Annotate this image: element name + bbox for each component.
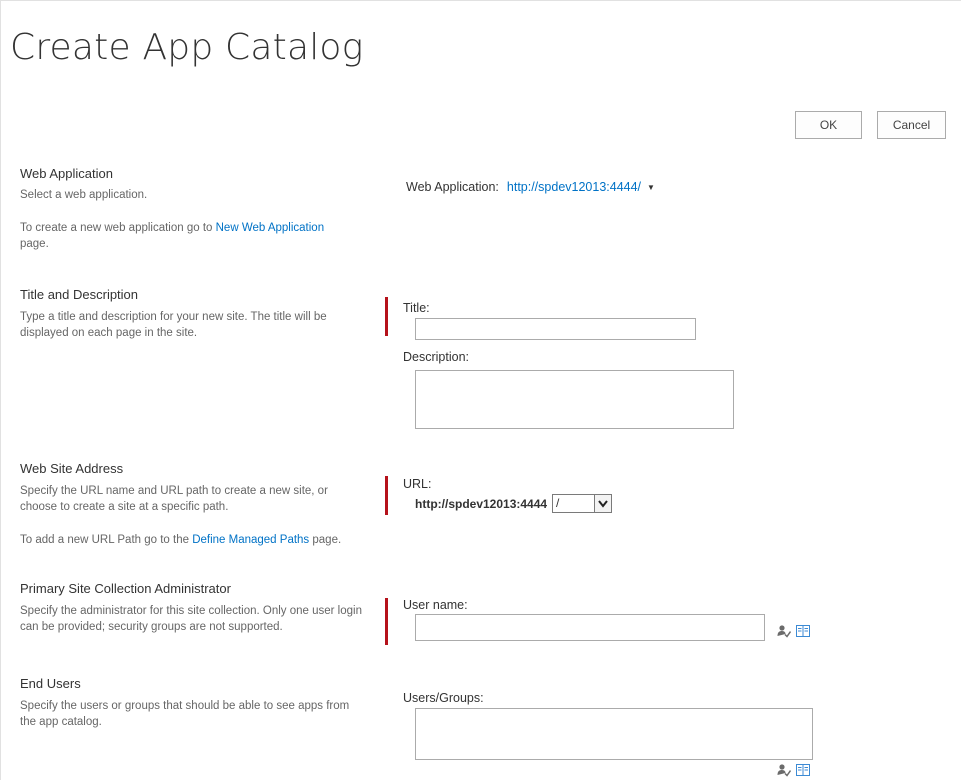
required-indicator-url <box>385 476 388 515</box>
define-managed-paths-link[interactable]: Define Managed Paths <box>192 534 309 546</box>
primary-admin-description: Specify the administrator for this site … <box>20 605 362 633</box>
web-site-address-description: Specify the URL name and URL path to cre… <box>20 485 328 513</box>
caret-down-icon[interactable]: ▼ <box>647 183 655 192</box>
managed-paths-hint-suffix: page. <box>309 534 342 546</box>
web-application-selector[interactable]: Web Application: http://spdev12013:4444/ ▼ <box>406 180 655 194</box>
url-path-selected-value: / <box>556 496 560 510</box>
title-description-heading: Title and Description <box>20 287 139 302</box>
new-web-application-link[interactable]: New Web Application <box>216 222 324 234</box>
title-description-text: Type a title and description for your ne… <box>20 311 327 339</box>
web-site-address-heading: Web Site Address <box>20 461 124 476</box>
required-indicator-user <box>385 598 388 645</box>
description-label: Description: <box>403 350 469 364</box>
user-name-input[interactable] <box>415 614 765 641</box>
user-name-picker-icons <box>777 624 810 638</box>
users-groups-label: Users/Groups: <box>403 691 484 705</box>
ok-button[interactable]: OK <box>795 111 862 139</box>
browse-directory-icon[interactable] <box>796 624 810 638</box>
page-title: Create App Catalog <box>10 27 364 68</box>
required-indicator-title <box>385 297 388 336</box>
check-names-icon[interactable] <box>777 624 792 638</box>
url-label: URL: <box>403 477 432 491</box>
new-web-application-hint-suffix: page. <box>20 238 49 250</box>
users-groups-picker-icons <box>777 763 810 777</box>
frame-top-border <box>0 0 961 1</box>
web-application-description: Select a web application. <box>20 189 148 201</box>
end-users-heading: End Users <box>20 676 81 691</box>
create-app-catalog-page: Create App Catalog OK Cancel Web Applica… <box>0 0 961 780</box>
title-input[interactable] <box>415 318 696 340</box>
users-groups-textarea[interactable] <box>415 708 813 760</box>
cancel-button[interactable]: Cancel <box>877 111 946 139</box>
description-textarea[interactable] <box>415 370 734 429</box>
title-label: Title: <box>403 301 430 315</box>
web-application-label: Web Application: <box>406 180 499 194</box>
managed-paths-hint: To add a new URL Path go to the Define M… <box>20 532 380 548</box>
web-application-heading: Web Application <box>20 166 113 181</box>
new-web-application-hint: To create a new web application go to Ne… <box>20 220 360 252</box>
check-names-icon[interactable] <box>777 763 792 777</box>
primary-admin-heading: Primary Site Collection Administrator <box>20 581 231 596</box>
new-web-application-hint-prefix: To create a new web application go to <box>20 222 216 234</box>
browse-directory-icon[interactable] <box>796 763 810 777</box>
user-name-label: User name: <box>403 598 468 612</box>
url-prefix: http://spdev12013:4444 <box>415 497 548 511</box>
url-path-select[interactable]: / <box>552 494 612 513</box>
end-users-description: Specify the users or groups that should … <box>20 700 350 728</box>
chevron-down-icon[interactable] <box>594 495 611 512</box>
web-application-value[interactable]: http://spdev12013:4444/ <box>507 180 641 194</box>
managed-paths-hint-prefix: To add a new URL Path go to the <box>20 534 193 546</box>
frame-left-border <box>0 0 1 780</box>
